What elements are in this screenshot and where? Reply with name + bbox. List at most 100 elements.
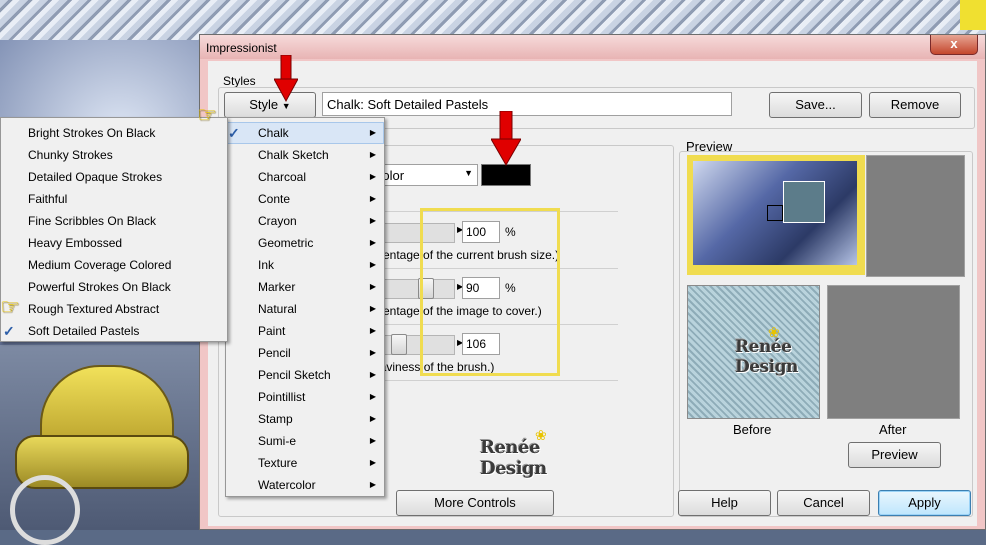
menu-item-label: Geometric — [258, 236, 314, 250]
logo-text: Renée Design — [480, 437, 547, 479]
menu-item-label: Chalk — [258, 126, 289, 140]
menu-item[interactable]: Heavy Embossed — [1, 232, 227, 254]
menu-item-label: Heavy Embossed — [28, 236, 123, 250]
red-arrow-annotation — [491, 111, 521, 167]
menu-item[interactable]: Fine Scribbles On Black — [1, 210, 227, 232]
menu-item-label: Stamp — [258, 412, 293, 426]
submenu-arrow-icon: ▶ — [369, 348, 376, 357]
menu-item-label: Powerful Strokes On Black — [28, 280, 171, 294]
submenu-arrow-icon: ▶ — [369, 172, 376, 181]
after-label: After — [879, 422, 907, 437]
menu-item[interactable]: Rough Textured Abstract — [1, 298, 227, 320]
submenu-arrow-icon: ▶ — [369, 392, 376, 401]
menu-item[interactable]: Stamp ▶ — [226, 408, 384, 430]
menu-item[interactable]: Chunky Strokes — [1, 144, 227, 166]
menu-item-label: Rough Textured Abstract — [28, 302, 160, 316]
pram-wheel — [10, 475, 80, 545]
menu-item[interactable]: Watercolor ▶ — [226, 474, 384, 496]
menu-item-label: Charcoal — [258, 170, 307, 184]
menu-item[interactable]: Natural ▶ — [226, 298, 384, 320]
menu-item-label: Marker — [258, 280, 296, 294]
menu-item[interactable]: Detailed Opaque Strokes — [1, 166, 227, 188]
style-menu-button[interactable]: Style ▼ — [224, 92, 316, 118]
divider — [368, 380, 618, 381]
menu-item[interactable]: Conte ▶ — [226, 188, 384, 210]
menu-item-label: Pencil Sketch — [258, 368, 331, 382]
remove-style-button[interactable]: Remove — [869, 92, 961, 118]
menu-item-label: Natural — [258, 302, 297, 316]
submenu-arrow-icon: ▶ — [369, 326, 376, 335]
before-logo-text: Renée Design — [735, 337, 798, 377]
menu-item-label: Fine Scribbles On Black — [28, 214, 157, 228]
submenu-arrow-icon: ▶ — [369, 260, 376, 269]
submenu-arrow-icon: ▶ — [369, 238, 376, 247]
preview-button[interactable]: Preview — [848, 442, 941, 468]
submenu-arrow-icon: ▶ — [369, 370, 376, 379]
pointing-hand-icon: ☞ — [0, 294, 20, 319]
before-label: Before — [733, 422, 772, 437]
submenu-arrow-icon: ▶ — [369, 436, 376, 445]
checkmark-icon: ✓ — [228, 125, 240, 141]
renee-design-logo: ❀ Renée Design — [480, 427, 610, 479]
menu-item-label: Paint — [258, 324, 286, 338]
menu-item[interactable]: Crayon ▶ — [226, 210, 384, 232]
preview-thumbnail-image — [693, 161, 857, 265]
checkmark-icon: ✓ — [3, 323, 15, 339]
after-preview-image — [827, 285, 960, 419]
styles-group-label: Styles — [223, 74, 256, 88]
close-button[interactable]: x — [930, 35, 978, 55]
submenu-arrow-icon: ▶ — [369, 128, 376, 137]
pressure-slider-thumb[interactable] — [391, 334, 407, 355]
red-arrow-annotation — [274, 55, 298, 103]
highlight-box — [420, 208, 560, 376]
menu-item[interactable]: Sumi-e ▶ — [226, 430, 384, 452]
preview-thumbnail-empty — [866, 155, 965, 277]
menu-item[interactable]: ✓ Chalk ▶ — [226, 122, 384, 144]
menu-item[interactable]: Texture ▶ — [226, 452, 384, 474]
menu-item[interactable]: Pencil Sketch ▶ — [226, 364, 384, 386]
menu-item[interactable]: ✓ Soft Detailed Pastels — [1, 320, 227, 342]
menu-item[interactable]: Medium Coverage Colored — [1, 254, 227, 276]
menu-item[interactable]: Bright Strokes On Black — [1, 122, 227, 144]
menu-item-label: Detailed Opaque Strokes — [28, 170, 163, 184]
title-bar: Impressionist x — [200, 35, 985, 59]
before-preview-image: ❀ Renée Design — [687, 285, 820, 419]
submenu-arrow-icon: ▶ — [369, 194, 376, 203]
background-yellow-stripe — [960, 0, 986, 30]
menu-item[interactable]: Marker ▶ — [226, 276, 384, 298]
more-controls-button[interactable]: More Controls — [396, 490, 554, 516]
pointing-hand-icon: ☞ — [197, 102, 217, 127]
menu-item-label: Soft Detailed Pastels — [28, 324, 140, 338]
cancel-button[interactable]: Cancel — [777, 490, 870, 516]
submenu-arrow-icon: ▶ — [369, 304, 376, 313]
current-style-field[interactable]: Chalk: Soft Detailed Pastels — [322, 92, 732, 116]
menu-item[interactable]: Powerful Strokes On Black — [1, 276, 227, 298]
apply-button[interactable]: Apply — [878, 490, 971, 516]
menu-item[interactable]: Paint ▶ — [226, 320, 384, 342]
menu-item-label: Texture — [258, 456, 298, 470]
preview-region-marker[interactable] — [767, 205, 783, 221]
submenu-arrow-icon: ▶ — [369, 414, 376, 423]
menu-item-label: Faithful — [28, 192, 68, 206]
menu-item[interactable]: Geometric ▶ — [226, 232, 384, 254]
help-button[interactable]: Help — [678, 490, 771, 516]
menu-item-label: Medium Coverage Colored — [28, 258, 172, 272]
menu-item[interactable]: Ink ▶ — [226, 254, 384, 276]
menu-item-label: Sumi-e — [258, 434, 297, 448]
menu-item-label: Pointillist — [258, 390, 306, 404]
preview-thumbnail-frame[interactable] — [687, 155, 865, 275]
menu-item[interactable]: Chalk Sketch ▶ — [226, 144, 384, 166]
menu-item[interactable]: Faithful — [1, 188, 227, 210]
menu-item[interactable]: Pointillist ▶ — [226, 386, 384, 408]
chalk-submenu: Bright Strokes On Black Chunky Strokes Det… — [0, 117, 228, 342]
menu-item-label: Conte — [258, 192, 291, 206]
color-swatch[interactable] — [481, 164, 531, 186]
menu-item[interactable]: Charcoal ▶ — [226, 166, 384, 188]
submenu-arrow-icon: ▶ — [369, 150, 376, 159]
menu-item[interactable]: Pencil ▶ — [226, 342, 384, 364]
menu-item-label: Chalk Sketch — [258, 148, 329, 162]
save-style-button[interactable]: Save... — [769, 92, 862, 118]
menu-item-label: Pencil — [258, 346, 291, 360]
background-pram-image — [0, 345, 200, 545]
style-category-menu: ✓ Chalk ▶ Chalk Sketch ▶ Charcoal ▶ Conte ▶ Crayo… — [225, 117, 385, 497]
